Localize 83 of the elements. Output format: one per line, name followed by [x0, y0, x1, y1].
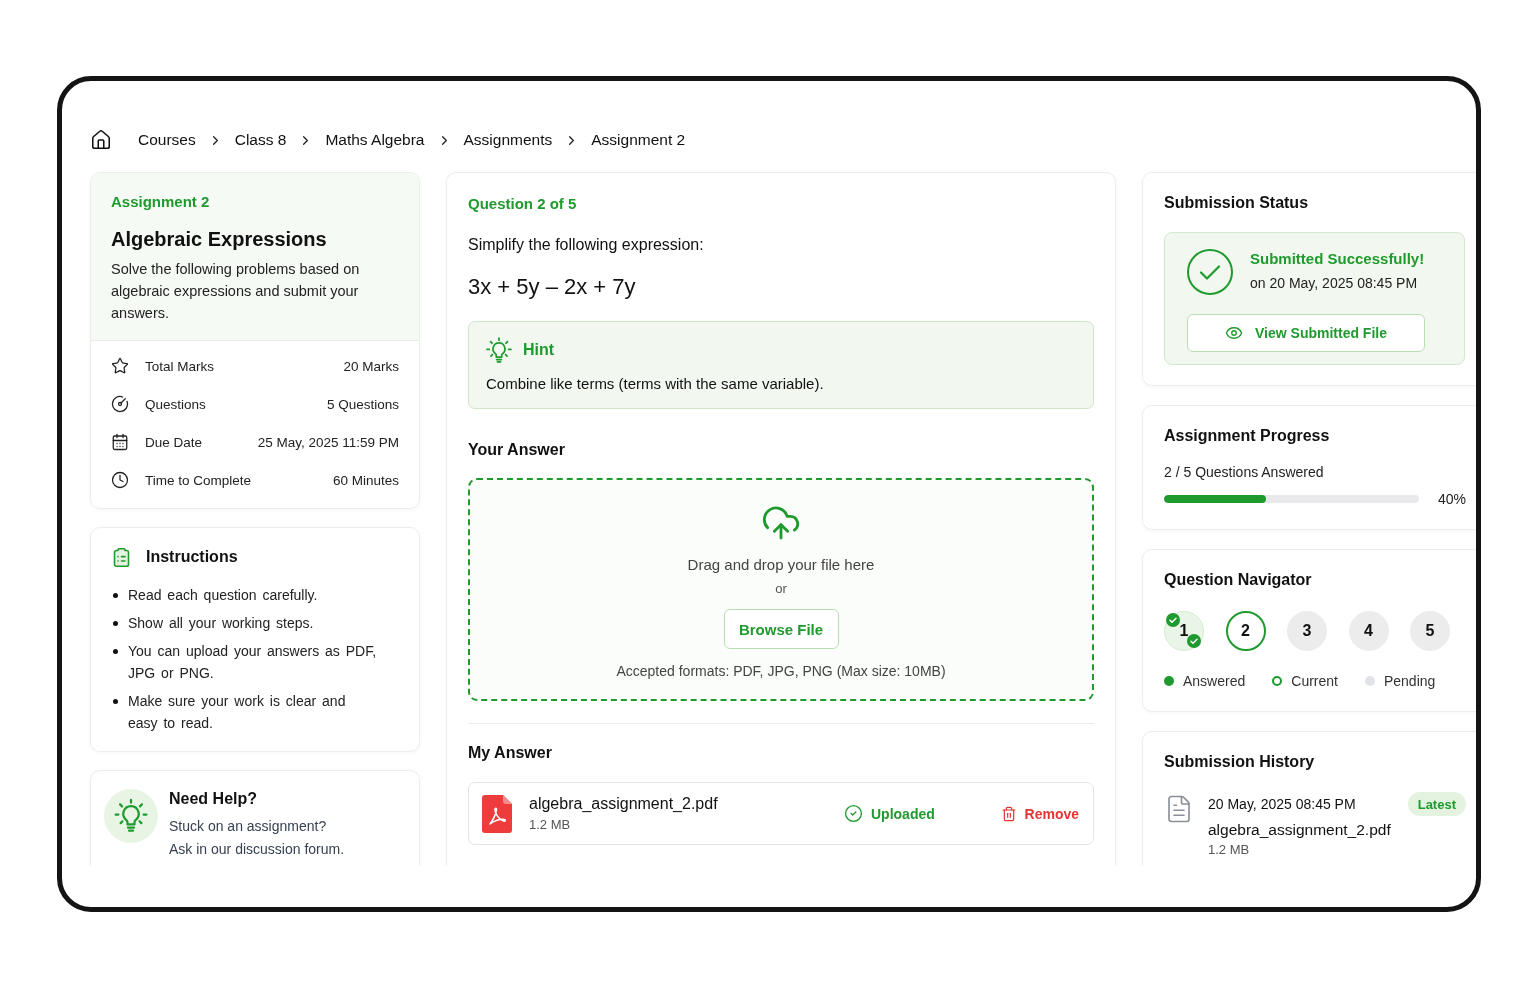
- trash-icon: [1000, 805, 1017, 822]
- help-text: Stuck on an assignment?: [169, 817, 328, 836]
- question-number-button[interactable]: 4: [1348, 611, 1389, 651]
- lightbulb-icon: [104, 789, 158, 843]
- file-drop-zone[interactable]: Drag and drop your file here or Browse File Accepted formats: PDF, JPG, PNG (Max size: 10MB): [468, 478, 1094, 701]
- card-title: Assignment Progress: [1164, 426, 1331, 446]
- bullet-icon: [113, 699, 118, 704]
- instructions-title: Instructions: [146, 547, 238, 567]
- instruction-text: Read each question carefully.: [128, 586, 318, 605]
- or-text: or: [775, 580, 787, 598]
- accepted-formats-text: Accepted formats: PDF, JPG, PNG (Max size: 10MB): [616, 662, 946, 681]
- browse-file-button[interactable]: Browse File: [723, 609, 839, 649]
- progress-reading: 40%: [1437, 491, 1466, 507]
- check-circle-icon: [844, 804, 863, 823]
- status-date: on 20 May, 2025 08:45 PM: [1250, 274, 1419, 293]
- question-number-button[interactable]: 3: [1287, 611, 1327, 651]
- card-title: Submission Status: [1164, 193, 1310, 213]
- breadcrumb-link[interactable]: Class 8: [234, 130, 287, 150]
- help-text: Ask in our discussion forum.: [169, 840, 345, 859]
- status-message: Submitted Successfully!: [1250, 249, 1425, 269]
- instruction-text: Make sure your work is clear and easy to read.: [128, 692, 347, 733]
- instruction-text: You can upload your answers as PDF, JPG or PNG.: [128, 642, 378, 683]
- hint-title: Hint: [523, 341, 555, 359]
- assignment-label: Assignment 2: [111, 192, 211, 212]
- file-size: 1.2 MB: [529, 816, 572, 834]
- breadcrumb-link[interactable]: Assignments: [463, 130, 553, 150]
- clock-icon: [111, 471, 129, 489]
- check-badge-icon: [1166, 613, 1180, 627]
- star-icon: [111, 357, 129, 375]
- card-title: Submission History: [1164, 752, 1316, 772]
- view-file-button[interactable]: View Submitted File: [1187, 314, 1425, 352]
- question-prompt: Simplify the following expression:: [468, 235, 705, 255]
- question-number-button[interactable]: 1: [1164, 611, 1204, 651]
- assignment-title: Algebraic Expressions: [111, 227, 328, 252]
- detail-label: Total Marks: [145, 358, 215, 374]
- breadcrumb-link[interactable]: Maths Algebra: [325, 130, 425, 150]
- detail-value: 60 Minutes: [332, 472, 399, 488]
- question-counter: Question 2 of 5: [468, 194, 578, 214]
- remove-button[interactable]: Remove: [1000, 803, 1079, 824]
- section-title: Your Answer: [468, 440, 566, 460]
- question-number-button[interactable]: 5: [1410, 611, 1450, 651]
- upload-status: Uploaded: [871, 805, 935, 822]
- detail-label: Questions: [145, 396, 206, 412]
- lightbulb-icon: [486, 337, 512, 363]
- home-icon[interactable]: [90, 129, 112, 151]
- bullet-icon: [113, 649, 118, 654]
- math-expression: 3x + 5y – 2x + 7y: [468, 273, 637, 301]
- legend-label: Answered: [1183, 673, 1246, 689]
- gauge-icon: [111, 395, 129, 413]
- section-title: My Answer: [468, 743, 553, 763]
- status-dot-icon: [1364, 676, 1375, 686]
- question-number-button[interactable]: 2: [1225, 611, 1266, 651]
- card-title: Question Navigator: [1164, 570, 1313, 590]
- calendar-icon: [111, 433, 129, 451]
- hint-text: Combine like terms (terms with the same variable).: [486, 374, 825, 394]
- detail-value: 5 Questions: [326, 396, 399, 412]
- breadcrumb-link[interactable]: Assignment 2: [591, 130, 686, 150]
- detail-label: Due Date: [145, 434, 203, 450]
- history-file-name: algebra_assignment_2.pdf: [1208, 820, 1392, 840]
- breadcrumb-link[interactable]: Courses: [138, 130, 196, 150]
- bullet-icon: [113, 593, 118, 598]
- legend-label: Current: [1291, 673, 1338, 689]
- check-badge-icon: [1187, 634, 1201, 648]
- status-dot-icon: [1272, 676, 1283, 686]
- bullet-icon: [113, 621, 118, 626]
- check-circle-icon: [1187, 249, 1233, 295]
- assignment-description: Solve the following problems based on algebraic expressions and submit your answers.: [111, 260, 361, 323]
- clipboard-icon: [111, 546, 132, 568]
- help-title: Need Help?: [169, 789, 258, 809]
- latest-tag: Latest: [1407, 792, 1466, 816]
- detail-label: Time to Complete: [145, 472, 252, 488]
- drop-instructions: Drag and drop your file here: [687, 555, 875, 575]
- progress-text: 2 / 5 Questions Answered: [1164, 463, 1325, 482]
- detail-value: 20 Marks: [343, 358, 399, 374]
- instruction-text: Show all your working steps.: [128, 614, 314, 633]
- status-dot-icon: [1164, 676, 1174, 686]
- detail-value: 25 May, 2025 11:59 PM: [257, 434, 399, 450]
- history-date: 20 May, 2025 08:45 PM: [1208, 796, 1356, 812]
- file-name: algebra_assignment_2.pdf: [529, 794, 719, 814]
- pdf-file-icon: [482, 794, 512, 833]
- history-file-size: 1.2 MB: [1208, 841, 1251, 859]
- eye-icon: [1225, 324, 1243, 342]
- legend-label: Pending: [1383, 673, 1436, 689]
